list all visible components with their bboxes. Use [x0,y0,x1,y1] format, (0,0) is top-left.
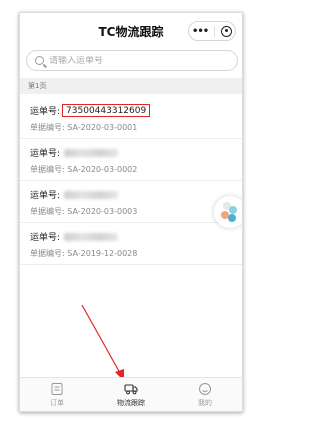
bubble-dot [229,206,237,214]
phone-frame: TC物流跟踪 ••• 第1页 运单号: 73500443312609 单据编号:… [19,12,243,412]
arrow-line [81,304,121,374]
tab-label: 订单 [50,399,64,407]
search-icon [35,56,44,65]
tab-bar: 订单 物流跟踪 我的 [20,377,242,411]
page-indicator: 第1页 [20,78,242,94]
profile-icon [199,383,211,395]
floating-assistant-button[interactable] [214,196,242,228]
search-box[interactable] [26,50,238,71]
tracking-label: 运单号: [30,107,61,117]
doc-label: 单据编号: [30,165,65,174]
doc-number: SA-2020-03-0001 [67,123,138,132]
doc-label: 单据编号: [30,207,65,216]
list-item[interactable]: 运单号: 单据编号: SA-2020-03-0003 [20,181,242,223]
app-title: TC物流跟踪 [98,24,164,39]
list-item[interactable]: 运单号: 73500443312609 单据编号: SA-2020-03-000… [20,97,242,139]
truck-icon [124,384,138,395]
order-icon [51,383,63,395]
tracking-label: 运单号: [30,149,61,159]
tracking-number-blurred [64,232,119,241]
doc-number: SA-2019-12-0028 [67,249,138,258]
tracking-number-highlighted: 73500443312609 [62,104,151,117]
tracking-number-blurred [64,148,119,157]
list-item[interactable]: 运单号: 单据编号: SA-2020-03-0002 [20,139,242,181]
more-icon[interactable]: ••• [192,26,209,37]
doc-label: 单据编号: [30,123,65,132]
tab-orders[interactable]: 订单 [20,378,94,411]
doc-label: 单据编号: [30,249,65,258]
tracking-label: 运单号: [30,233,61,243]
tab-profile[interactable]: 我的 [168,378,242,411]
doc-number: SA-2020-03-0002 [67,165,138,174]
title-bar: TC物流跟踪 ••• [20,13,242,49]
tracking-label: 运单号: [30,191,61,201]
tracking-number-blurred [64,190,119,199]
search-input[interactable] [49,55,209,66]
tab-label: 物流跟踪 [117,399,145,407]
capsule-divider [214,25,216,37]
shipment-list: 运单号: 73500443312609 单据编号: SA-2020-03-000… [20,97,242,265]
doc-number: SA-2020-03-0003 [67,207,138,216]
close-target-icon[interactable] [221,25,233,37]
tab-label: 我的 [198,399,212,407]
mini-program-capsule: ••• [188,21,236,41]
bubble-dot [228,214,236,222]
search-area [26,50,238,71]
list-item[interactable]: 运单号: 单据编号: SA-2019-12-0028 [20,223,242,265]
tab-tracking[interactable]: 物流跟踪 [94,378,168,411]
